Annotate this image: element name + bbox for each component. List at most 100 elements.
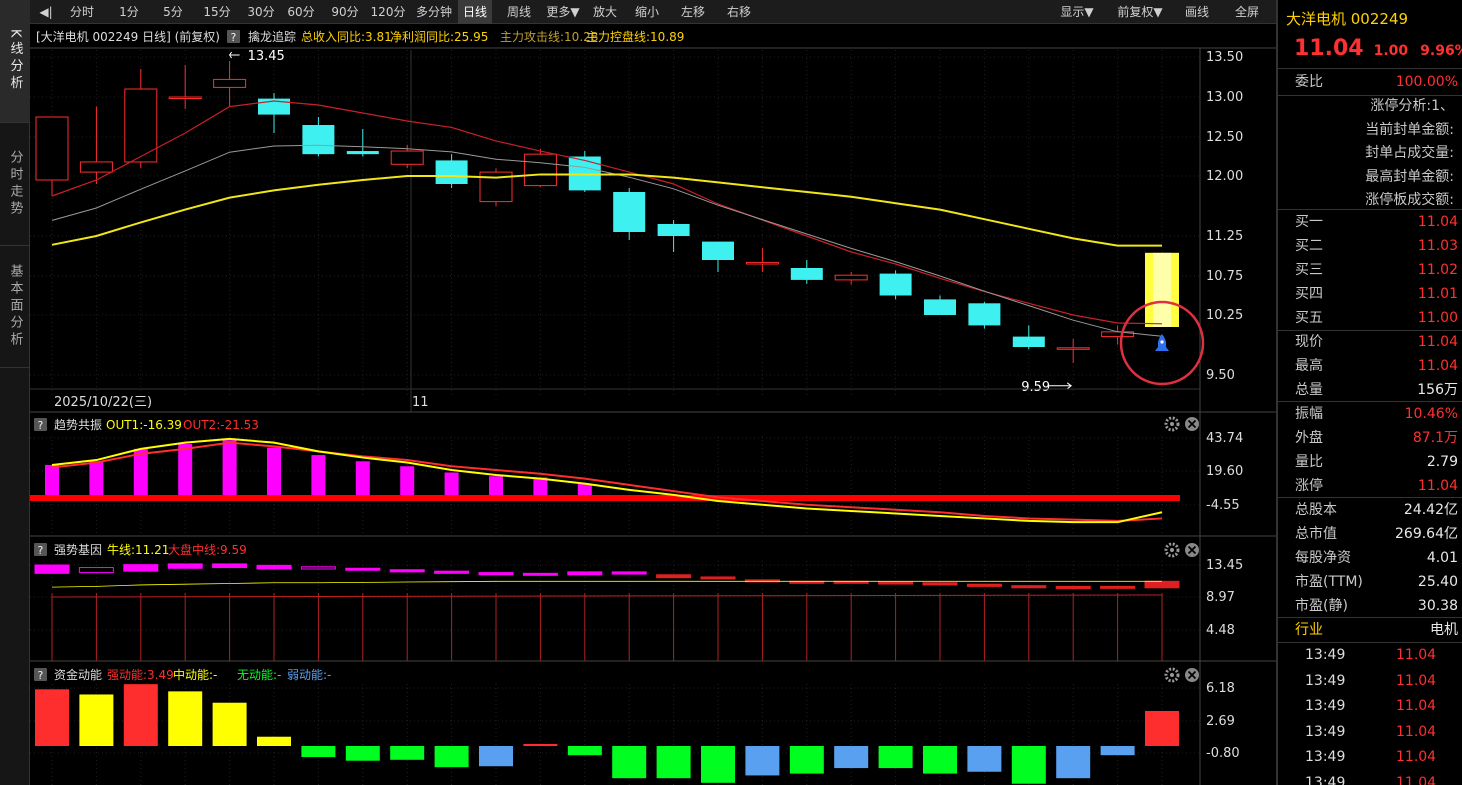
high-label: 13.45 bbox=[248, 49, 285, 64]
quote2-row-0-label: 振幅 bbox=[1295, 406, 1323, 422]
candle-body-down bbox=[790, 268, 823, 280]
fund-bar bbox=[345, 746, 380, 761]
stock-pct: 9.96% bbox=[1420, 43, 1462, 59]
main-stat-1: 净利润同比:25.95 bbox=[390, 30, 488, 44]
toolbar-item-10[interactable]: 日线 bbox=[458, 0, 492, 24]
toolbar-item-4[interactable]: 15分 bbox=[200, 0, 234, 24]
nav-tab-3[interactable]: 基本面分析 bbox=[0, 246, 30, 368]
book-row-2-label: 买三 bbox=[1295, 262, 1323, 278]
zt-label-3: 最高封单金额: bbox=[1365, 168, 1454, 185]
candle-body-down bbox=[613, 192, 646, 232]
stock-price-line: 11.04 1.00 9.96% bbox=[1294, 36, 1462, 61]
quote2-row-2: 量比 2.79 bbox=[1278, 450, 1462, 474]
trend-bar bbox=[400, 466, 415, 498]
strength-panel: ? 强势基因 牛线:11.21大盘中线:9.59 13.45 8.97 4.48 bbox=[30, 535, 1276, 661]
toolbar-right-0[interactable]: 显示▼ bbox=[1050, 0, 1104, 24]
strength-bar bbox=[345, 567, 381, 571]
nav-tab-1[interactable]: K线分析 bbox=[0, 0, 30, 123]
toolbar-item-16[interactable]: 右移 bbox=[722, 0, 756, 24]
main-title: [大洋电机 002249 日线] (前复权) bbox=[36, 29, 220, 44]
quote1-row-2-value: 156万 bbox=[1417, 382, 1458, 398]
fund-bar bbox=[745, 746, 780, 776]
tick-time-3: 13:49 bbox=[1305, 723, 1346, 740]
candle-body-up bbox=[35, 116, 69, 181]
rocket-window bbox=[1160, 340, 1164, 344]
quote-panel: 大洋电机 002249 11.04 1.00 9.96% 委比 100.00% 涨停分析:1… bbox=[1276, 0, 1462, 785]
y-tick-label: 9.50 bbox=[1206, 368, 1235, 383]
nav-tab-2[interactable]: 分时走势 bbox=[0, 123, 30, 246]
tick-row-2: 13:49 11.04 bbox=[1278, 694, 1462, 718]
fund-bar bbox=[212, 702, 247, 746]
trend-bar bbox=[355, 461, 370, 498]
trend-out2-line bbox=[51, 441, 1163, 522]
strength-bar bbox=[212, 563, 248, 569]
strength-bar bbox=[434, 570, 470, 574]
toolbar-item-12[interactable]: 更多▼ bbox=[544, 0, 582, 24]
separator bbox=[1278, 68, 1462, 69]
industry-row: 行业 电机 bbox=[1278, 618, 1462, 642]
strength-bar bbox=[1144, 580, 1180, 589]
tick-row-1: 13:49 11.04 bbox=[1278, 669, 1462, 693]
toolbar-item-7[interactable]: 90分 bbox=[328, 0, 362, 24]
main-stat-2: 主力攻击线:10.28 bbox=[500, 30, 598, 44]
toolbar-item-2[interactable]: 1分 bbox=[112, 0, 146, 24]
quote2-row-0-value: 10.46% bbox=[1404, 406, 1458, 422]
quote1-row-0: 现价 11.04 bbox=[1278, 330, 1462, 354]
book-row-2: 买三 11.02 bbox=[1278, 258, 1462, 282]
quote1-row-0-label: 现价 bbox=[1295, 334, 1323, 350]
fund-series-0: 强动能:3.49 bbox=[107, 668, 174, 682]
toolbar-item-13[interactable]: 放大 bbox=[588, 0, 622, 24]
toolbar-item-5[interactable]: 30分 bbox=[244, 0, 278, 24]
y-tick-label: 10.75 bbox=[1206, 269, 1243, 284]
quote2-row-1-label: 外盘 bbox=[1295, 430, 1323, 446]
main-stat-3: 主力控盘线:10.89 bbox=[586, 29, 684, 44]
toolbar-item-11[interactable]: 周线 bbox=[502, 0, 536, 24]
trend-bar bbox=[133, 448, 148, 498]
industry-row-value: 电机 bbox=[1430, 622, 1458, 638]
strength-niu: 牛线:11.21 bbox=[107, 542, 169, 557]
y-tick-label: 12.00 bbox=[1206, 169, 1243, 184]
trend-out2: OUT2:-21.53 bbox=[183, 418, 259, 432]
toolbar-right-1[interactable]: 前复权▼ bbox=[1110, 0, 1170, 24]
help-glyph: ? bbox=[38, 544, 44, 557]
strength-bar bbox=[966, 583, 1002, 587]
trend-bar bbox=[222, 440, 237, 498]
strength-bar bbox=[567, 571, 603, 576]
strength-bar bbox=[78, 567, 114, 574]
fund-bar bbox=[434, 746, 469, 768]
toolbar-item-14[interactable]: 缩小 bbox=[630, 0, 664, 24]
chart-area[interactable]: [大洋电机 002249 日线] (前复权)? 擒龙追踪 总收入同比:3.81净利润… bbox=[30, 24, 1276, 785]
toolbar-item-3[interactable]: 5分 bbox=[156, 0, 190, 24]
toolbar-right-2[interactable]: 画线 bbox=[1176, 0, 1218, 24]
zt-label-0: 涨停分析:1、 bbox=[1370, 98, 1454, 114]
fund-bar bbox=[301, 746, 336, 758]
fund-bar bbox=[878, 746, 913, 769]
toolbar-right-3[interactable]: 全屏 bbox=[1228, 0, 1266, 24]
book-row-1-value: 11.03 bbox=[1417, 238, 1458, 254]
fund-bar bbox=[479, 746, 513, 767]
toolbar-item-9[interactable]: 多分钟 bbox=[414, 0, 454, 24]
y-tick-label: 2.69 bbox=[1206, 714, 1235, 729]
fund-bar bbox=[1100, 746, 1135, 756]
tick-price-3: 11.04 bbox=[1396, 723, 1437, 740]
toolbar-item-15[interactable]: 左移 bbox=[676, 0, 710, 24]
stock-change: 1.00 bbox=[1373, 43, 1409, 59]
tick-price-4: 11.04 bbox=[1396, 749, 1437, 765]
strength-bar bbox=[478, 572, 514, 576]
quote2-row-2-label: 量比 bbox=[1295, 454, 1323, 470]
book-row-4-label: 买五 bbox=[1295, 310, 1323, 326]
toolbar-item-1[interactable]: 分时 bbox=[62, 0, 102, 24]
tick-row-3: 13:49 11.04 bbox=[1278, 720, 1462, 744]
y-tick-label: 13.45 bbox=[1206, 558, 1243, 573]
weibi-row: 委比 100.00% bbox=[1278, 70, 1462, 94]
toolbar-item-8[interactable]: 120分 bbox=[368, 0, 408, 24]
toolbar-item-0[interactable]: ◀| bbox=[36, 0, 56, 24]
zt-row-1: 当前封单金额: bbox=[1278, 118, 1462, 142]
quote2-row-1-value: 87.1万 bbox=[1412, 430, 1458, 446]
strength-bar bbox=[389, 569, 425, 573]
tick-row-4: 13:49 11.04 bbox=[1278, 745, 1462, 769]
toolbar-item-6[interactable]: 60分 bbox=[284, 0, 318, 24]
zt-row-3: 最高封单金额: bbox=[1278, 165, 1462, 189]
candle-body-down bbox=[924, 299, 956, 315]
weibi-row-label: 委比 bbox=[1295, 74, 1323, 90]
